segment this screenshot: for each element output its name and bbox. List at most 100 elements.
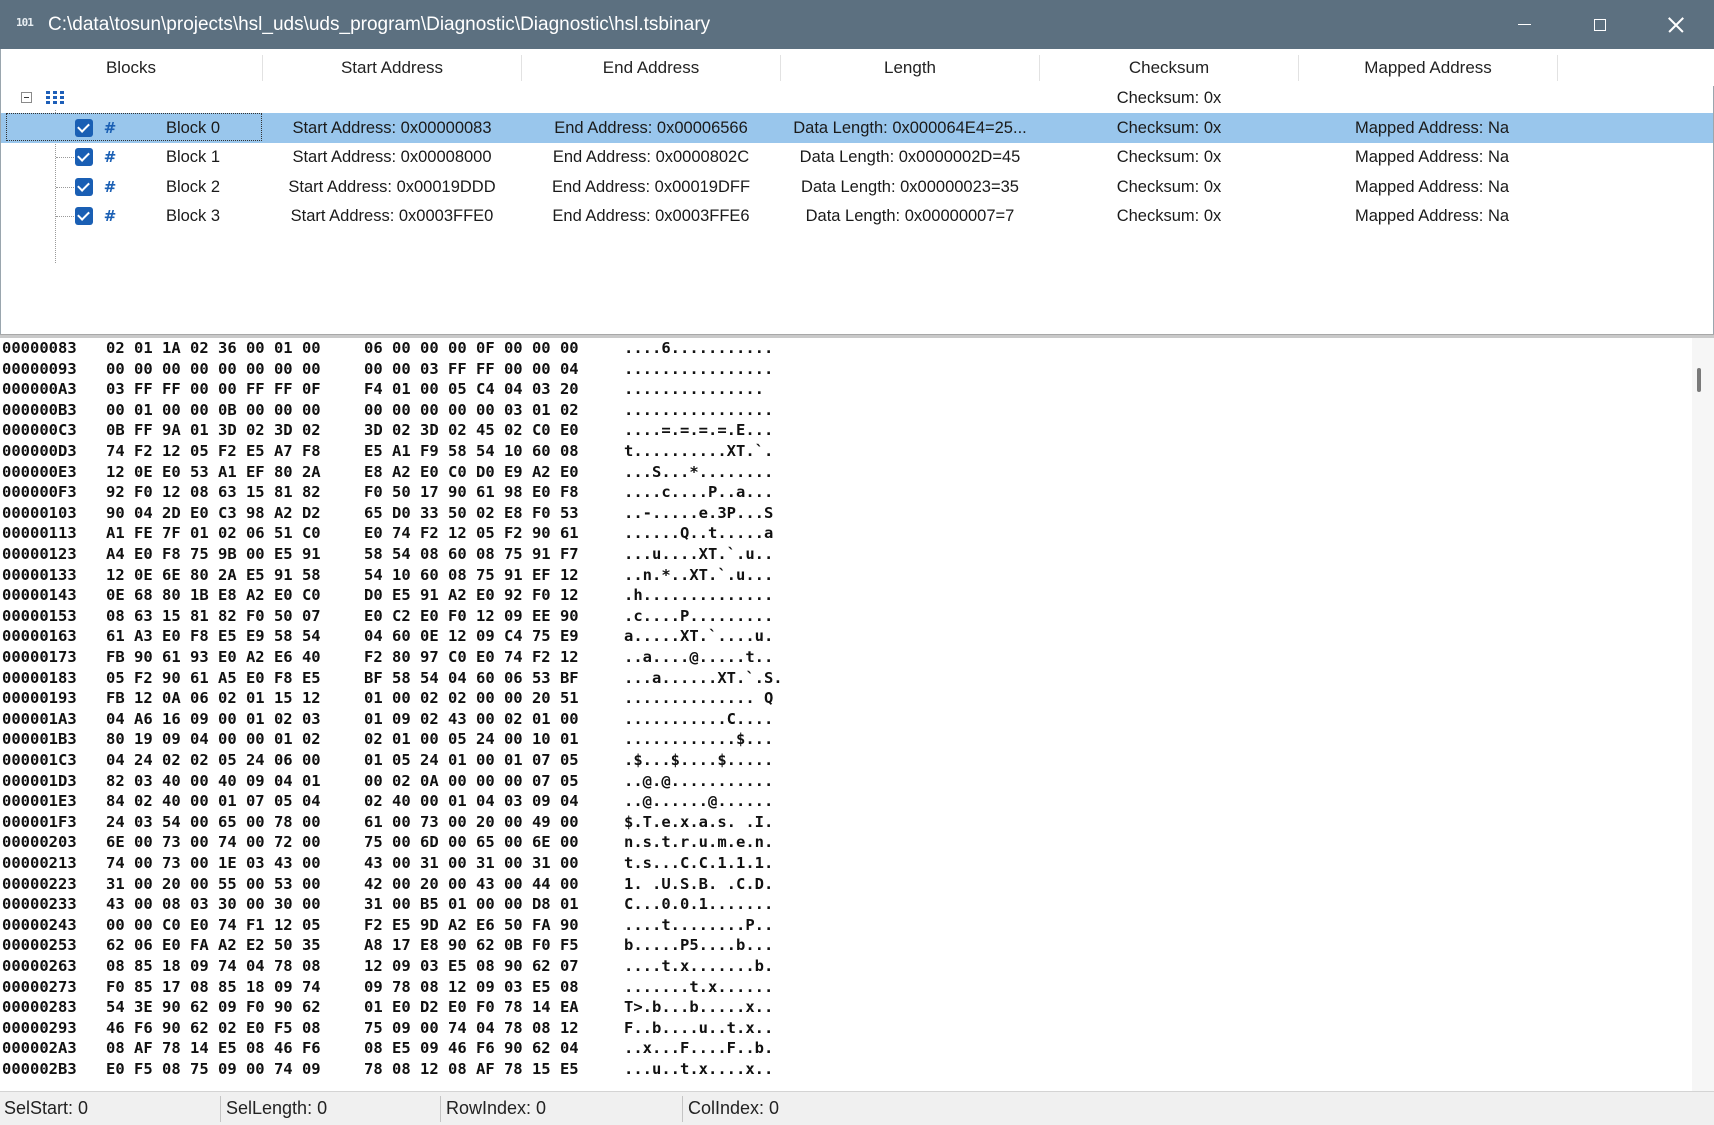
hex-address: 00000243 <box>2 915 77 934</box>
block-row[interactable]: # Block 2 Start Address: 0x00019DDD End … <box>1 172 1713 202</box>
hex-bytes-low: 0B FF 9A 01 3D 02 3D 02 <box>106 421 321 440</box>
hex-bytes-low: 6E 00 73 00 74 00 72 00 <box>106 833 321 852</box>
hex-address: 00000283 <box>2 998 77 1017</box>
hex-bytes-low: 03 FF FF 00 00 FF FF 0F <box>106 380 321 399</box>
hex-ascii: ...a......XT.`.S. <box>624 668 783 687</box>
block-end-address: End Address: 0x0003FFE6 <box>552 207 750 225</box>
hex-ascii: .......t.x...... <box>624 977 774 996</box>
block-name: Block 2 <box>165 178 221 196</box>
hex-address: 000000A3 <box>2 380 77 399</box>
collapse-toggle-icon[interactable] <box>21 92 32 103</box>
hex-ascii: ...u....XT.`.u.. <box>624 545 774 563</box>
grid-header: Blocks Start Address End Address Length … <box>1 49 1714 86</box>
hex-bytes-low: 43 00 08 03 30 00 30 00 <box>106 895 321 914</box>
hex-bytes-high: 75 00 6D 00 65 00 6E 00 <box>364 833 579 852</box>
block-checkbox[interactable] <box>75 119 93 137</box>
hex-address: 000000B3 <box>2 400 77 419</box>
hex-ascii: ......Q..t.....a <box>624 524 774 543</box>
hex-bytes-low: E0 F5 08 75 09 00 74 09 <box>106 1060 321 1078</box>
status-bar: SelStart: 0 SelLength: 0 RowIndex: 0 Col… <box>0 1091 1714 1125</box>
hex-bytes-low: F0 85 17 08 85 18 09 74 <box>106 977 321 996</box>
hex-bytes-low: 00 01 00 00 0B 00 00 00 <box>106 400 321 419</box>
hex-ascii: 1. .U.S.B. .C.D. <box>624 874 774 893</box>
hex-bytes-high: F2 E5 9D A2 E6 50 FA 90 <box>364 915 579 934</box>
hex-address: 00000133 <box>2 565 77 584</box>
hex-ascii: ..x...F....F..b. <box>624 1039 774 1058</box>
hex-bytes-low: 12 0E E0 53 A1 EF 80 2A <box>106 462 321 481</box>
hex-bytes-high: 08 E5 09 46 F6 90 62 04 <box>364 1039 579 1058</box>
hex-scrollbar[interactable] <box>1692 338 1714 1091</box>
block-row[interactable]: # Block 1 Start Address: 0x00008000 End … <box>1 142 1713 172</box>
hex-address: 00000203 <box>2 833 77 852</box>
maximize-button[interactable] <box>1562 0 1638 49</box>
block-row[interactable]: # Block 3 Start Address: 0x0003FFE0 End … <box>1 201 1713 231</box>
hex-address: 000001B3 <box>2 730 77 749</box>
hex-bytes-high: 3D 02 3D 02 45 02 C0 E0 <box>364 421 579 440</box>
hex-ascii: a.....XT.`....u. <box>624 627 774 646</box>
close-button[interactable] <box>1638 0 1714 49</box>
hex-ascii: ............... <box>624 380 764 399</box>
block-checksum: Checksum: 0x <box>1116 207 1222 225</box>
hex-viewer[interactable]: 00000083 02 01 1A 02 36 00 01 00 06 00 00 … <box>0 338 1714 1091</box>
block-checkbox[interactable] <box>75 148 93 166</box>
hex-address: 000002B3 <box>2 1060 77 1078</box>
block-name: Block 3 <box>165 207 221 225</box>
hex-address: 000001E3 <box>2 792 77 811</box>
hex-bytes-low: 46 F6 90 62 02 E0 F5 08 <box>106 1018 321 1037</box>
hex-address: 000000D3 <box>2 442 77 460</box>
status-divider <box>220 1096 221 1122</box>
status-divider <box>440 1096 441 1122</box>
hex-bytes-high: 54 10 60 08 75 91 EF 12 <box>364 565 579 584</box>
block-name: Block 0 <box>165 119 221 137</box>
hex-bytes-high: 02 40 00 01 04 03 09 04 <box>364 792 579 811</box>
hex-bytes-low: 31 00 20 00 55 00 53 00 <box>106 874 321 893</box>
hex-bytes-high: F4 01 00 05 C4 04 03 20 <box>364 380 579 399</box>
hex-bytes-high: 75 09 00 74 04 78 08 12 <box>364 1018 579 1037</box>
block-mapped-address: Mapped Address: Na <box>1354 178 1510 196</box>
column-divider[interactable] <box>1557 55 1558 81</box>
hex-bytes-low: 02 01 1A 02 36 00 01 00 <box>106 339 321 357</box>
hex-address: 00000103 <box>2 503 77 522</box>
hex-address: 000001A3 <box>2 709 77 728</box>
column-header-length[interactable]: Length <box>781 49 1039 86</box>
hex-bytes-low: 62 06 E0 FA A2 E2 50 35 <box>106 936 321 955</box>
hex-address: 000001F3 <box>2 812 77 831</box>
column-header-mapped-address[interactable]: Mapped Address <box>1299 49 1557 86</box>
column-header-blocks[interactable]: Blocks <box>1 49 261 86</box>
block-checkbox[interactable] <box>75 207 93 225</box>
column-header-checksum[interactable]: Checksum <box>1040 49 1298 86</box>
root-checksum: Checksum: 0x <box>1116 89 1222 107</box>
hex-bytes-high: F0 50 17 90 61 98 E0 F8 <box>364 483 579 502</box>
hex-scrollbar-thumb[interactable] <box>1697 368 1701 392</box>
hex-address: 00000253 <box>2 936 77 955</box>
hex-bytes-low: 24 03 54 00 65 00 78 00 <box>106 812 321 831</box>
tree-root-row[interactable]: Checksum: 0x <box>1 83 1713 113</box>
hex-address: 00000263 <box>2 957 77 975</box>
hex-bytes-low: 54 3E 90 62 09 F0 90 62 <box>106 998 321 1017</box>
hex-address: 00000113 <box>2 524 77 543</box>
column-header-start-address[interactable]: Start Address <box>263 49 521 86</box>
hex-address: 00000153 <box>2 606 77 625</box>
hex-ascii: ................ <box>624 359 774 378</box>
block-end-address: End Address: 0x00019DFF <box>551 178 751 196</box>
status-divider <box>682 1096 683 1122</box>
hex-bytes-low: 08 85 18 09 74 04 78 08 <box>106 957 321 975</box>
hex-ascii: ..n.*..XT.`.u... <box>624 565 774 584</box>
hex-bytes-low: FB 12 0A 06 02 01 15 12 <box>106 689 321 708</box>
hex-ascii: ..-.....e.3P...S <box>624 503 774 522</box>
block-row[interactable]: # Block 0 Start Address: 0x00000083 End … <box>1 113 1713 143</box>
hex-ascii: ....t........P.. <box>624 915 774 934</box>
hex-ascii: T>.b...b.....x.. <box>624 998 774 1017</box>
hex-bytes-high: 43 00 31 00 31 00 31 00 <box>364 854 579 872</box>
hex-bytes-high: 58 54 08 60 08 75 91 F7 <box>364 545 579 563</box>
block-checkbox[interactable] <box>75 178 93 196</box>
minimize-button[interactable] <box>1486 0 1562 49</box>
hex-address: 00000183 <box>2 668 77 687</box>
hex-bytes-high: BF 58 54 04 60 06 53 BF <box>364 668 579 687</box>
close-icon <box>1668 17 1684 33</box>
hex-bytes-high: 31 00 B5 01 00 00 D8 01 <box>364 895 579 914</box>
hex-bytes-high: E8 A2 E0 C0 D0 E9 A2 E0 <box>364 462 579 481</box>
hex-address: 000001C3 <box>2 751 77 769</box>
column-header-end-address[interactable]: End Address <box>522 49 780 86</box>
hex-bytes-high: 78 08 12 08 AF 78 15 E5 <box>364 1060 579 1078</box>
